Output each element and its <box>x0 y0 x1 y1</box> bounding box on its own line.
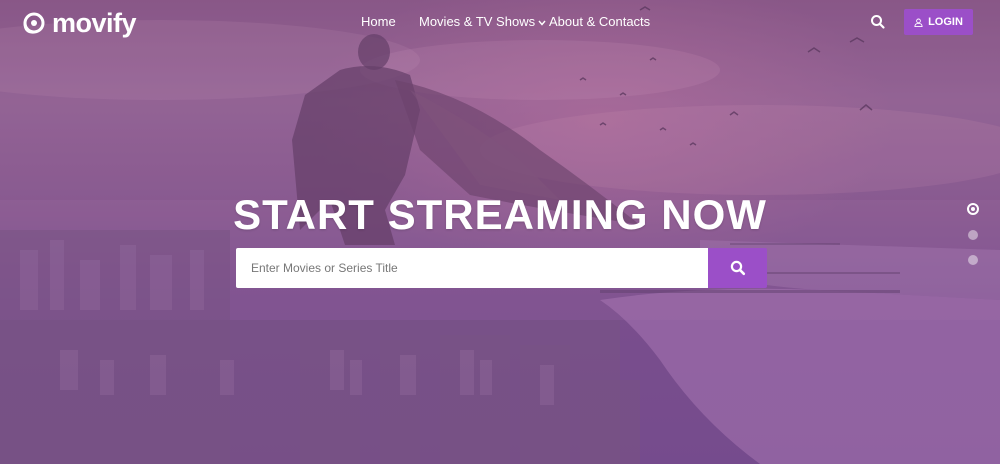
login-button[interactable]: LOGIN <box>904 9 973 35</box>
search-icon <box>730 260 745 276</box>
nav-item-home[interactable]: Home <box>361 13 396 31</box>
slider-dot-1[interactable] <box>967 203 979 215</box>
hero-section: movify Home Movies & TV Shows About & Co… <box>0 0 1000 464</box>
chevron-down-icon <box>538 20 546 26</box>
main-nav: Home Movies & TV Shows About & Contacts <box>0 13 1000 33</box>
slider-dot-3[interactable] <box>968 255 978 265</box>
user-icon <box>914 18 923 27</box>
nav-item-label: Movies & TV Shows <box>419 14 536 29</box>
nav-item-about-contacts[interactable]: About & Contacts <box>549 13 650 31</box>
search-submit-button[interactable] <box>708 248 767 288</box>
search-input[interactable] <box>236 248 708 288</box>
nav-item-movies-tv-shows[interactable]: Movies & TV Shows <box>419 13 546 31</box>
hero-search-bar <box>236 248 767 288</box>
hero-headline: START STREAMING NOW <box>233 191 767 238</box>
slider-dot-2[interactable] <box>968 230 978 240</box>
login-label: LOGIN <box>928 16 963 28</box>
slider-pagination <box>967 203 980 280</box>
search-icon[interactable] <box>869 13 887 31</box>
